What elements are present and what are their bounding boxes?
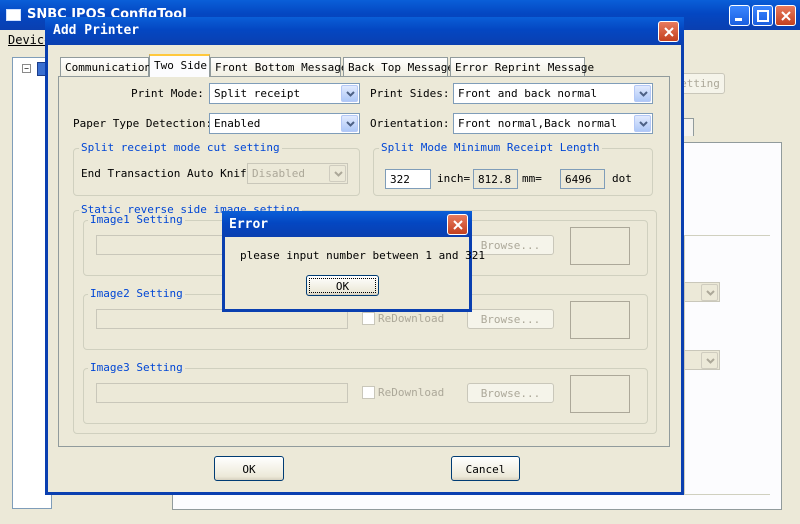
tab-back-top-message[interactable]: Back Top Message — [343, 57, 454, 76]
image2-redownload-label: ReDownload — [378, 312, 445, 325]
chevron-down-icon — [346, 121, 355, 127]
chevron-down-icon — [346, 91, 355, 97]
close-icon — [664, 27, 674, 37]
image1-title: Image1 Setting — [88, 213, 185, 226]
dialog-cancel-button[interactable]: Cancel — [451, 456, 520, 481]
auto-knife-select: Disabled — [247, 163, 348, 184]
error-message: please input number between 1 and 321 — [240, 249, 486, 262]
error-close-button[interactable] — [447, 214, 468, 235]
dot-field: 6496 — [560, 169, 605, 189]
paper-type-select[interactable]: Enabled — [209, 113, 360, 134]
mm-label: mm= — [522, 172, 542, 185]
error-title-bar: Error — [222, 211, 472, 237]
image2-preview — [570, 301, 630, 339]
error-title: Error — [229, 217, 269, 232]
image3-redownload-label: ReDownload — [378, 386, 445, 399]
tab-front-bottom-message[interactable]: Front Bottom Message — [210, 57, 347, 76]
image3-browse-button: Browse... — [467, 383, 554, 403]
close-icon — [781, 11, 791, 21]
app-icon — [6, 9, 21, 21]
paper-type-label: Paper Type Detection: — [73, 117, 213, 130]
error-ok-button[interactable]: OK — [306, 275, 379, 296]
print-mode-label: Print Mode: — [131, 87, 204, 100]
print-mode-select[interactable]: Split receipt — [209, 83, 360, 104]
inch-input[interactable]: 322 — [385, 169, 431, 189]
image2-path-field — [96, 309, 348, 329]
chevron-down-icon — [639, 91, 648, 97]
dot-label: dot — [612, 172, 632, 185]
close-icon — [453, 220, 463, 230]
maximize-button[interactable] — [752, 5, 773, 26]
image2-redownload-checkbox — [362, 312, 375, 325]
minimize-icon — [735, 18, 742, 21]
image3-preview — [570, 375, 630, 413]
orientation-select[interactable]: Front normal,Back normal — [453, 113, 653, 134]
image2-title: Image2 Setting — [88, 287, 185, 300]
inch-label: inch= — [437, 172, 471, 185]
min-length-title: Split Mode Minimum Receipt Length — [379, 141, 602, 154]
main-close-button[interactable] — [775, 5, 796, 26]
dialog-close-button[interactable] — [658, 21, 679, 42]
dialog-title-bar: Add Printer — [45, 17, 684, 45]
print-sides-select[interactable]: Front and back normal — [453, 83, 653, 104]
tree-expand-icon[interactable]: − — [22, 64, 31, 73]
error-dialog: Error please input number between 1 and … — [222, 211, 485, 312]
print-sides-label: Print Sides: — [370, 87, 450, 100]
minimize-button[interactable] — [729, 5, 750, 26]
auto-knife-label: End Transaction Auto Knife: — [81, 167, 260, 180]
image3-title: Image3 Setting — [88, 361, 185, 374]
cut-setting-title: Split receipt mode cut setting — [79, 141, 282, 154]
maximize-icon — [757, 10, 769, 22]
chevron-down-icon — [706, 290, 715, 296]
image3-path-field — [96, 383, 348, 403]
bg-combo-1 — [684, 282, 720, 302]
chevron-down-icon — [334, 171, 343, 177]
chevron-down-icon — [639, 121, 648, 127]
dialog-ok-button[interactable]: OK — [214, 456, 284, 481]
mm-field: 812.8 — [473, 169, 518, 189]
tab-two-side[interactable]: Two Side — [149, 54, 210, 77]
image3-redownload-checkbox — [362, 386, 375, 399]
dialog-title: Add Printer — [53, 23, 140, 38]
orientation-label: Orientation: — [370, 117, 450, 130]
tab-error-reprint-message[interactable]: Error Reprint Message — [450, 57, 594, 76]
tab-communication[interactable]: Communication — [60, 57, 151, 76]
chevron-down-icon — [706, 358, 715, 364]
image2-browse-button: Browse... — [467, 309, 554, 329]
image1-preview — [570, 227, 630, 265]
bg-combo-2 — [684, 350, 720, 370]
